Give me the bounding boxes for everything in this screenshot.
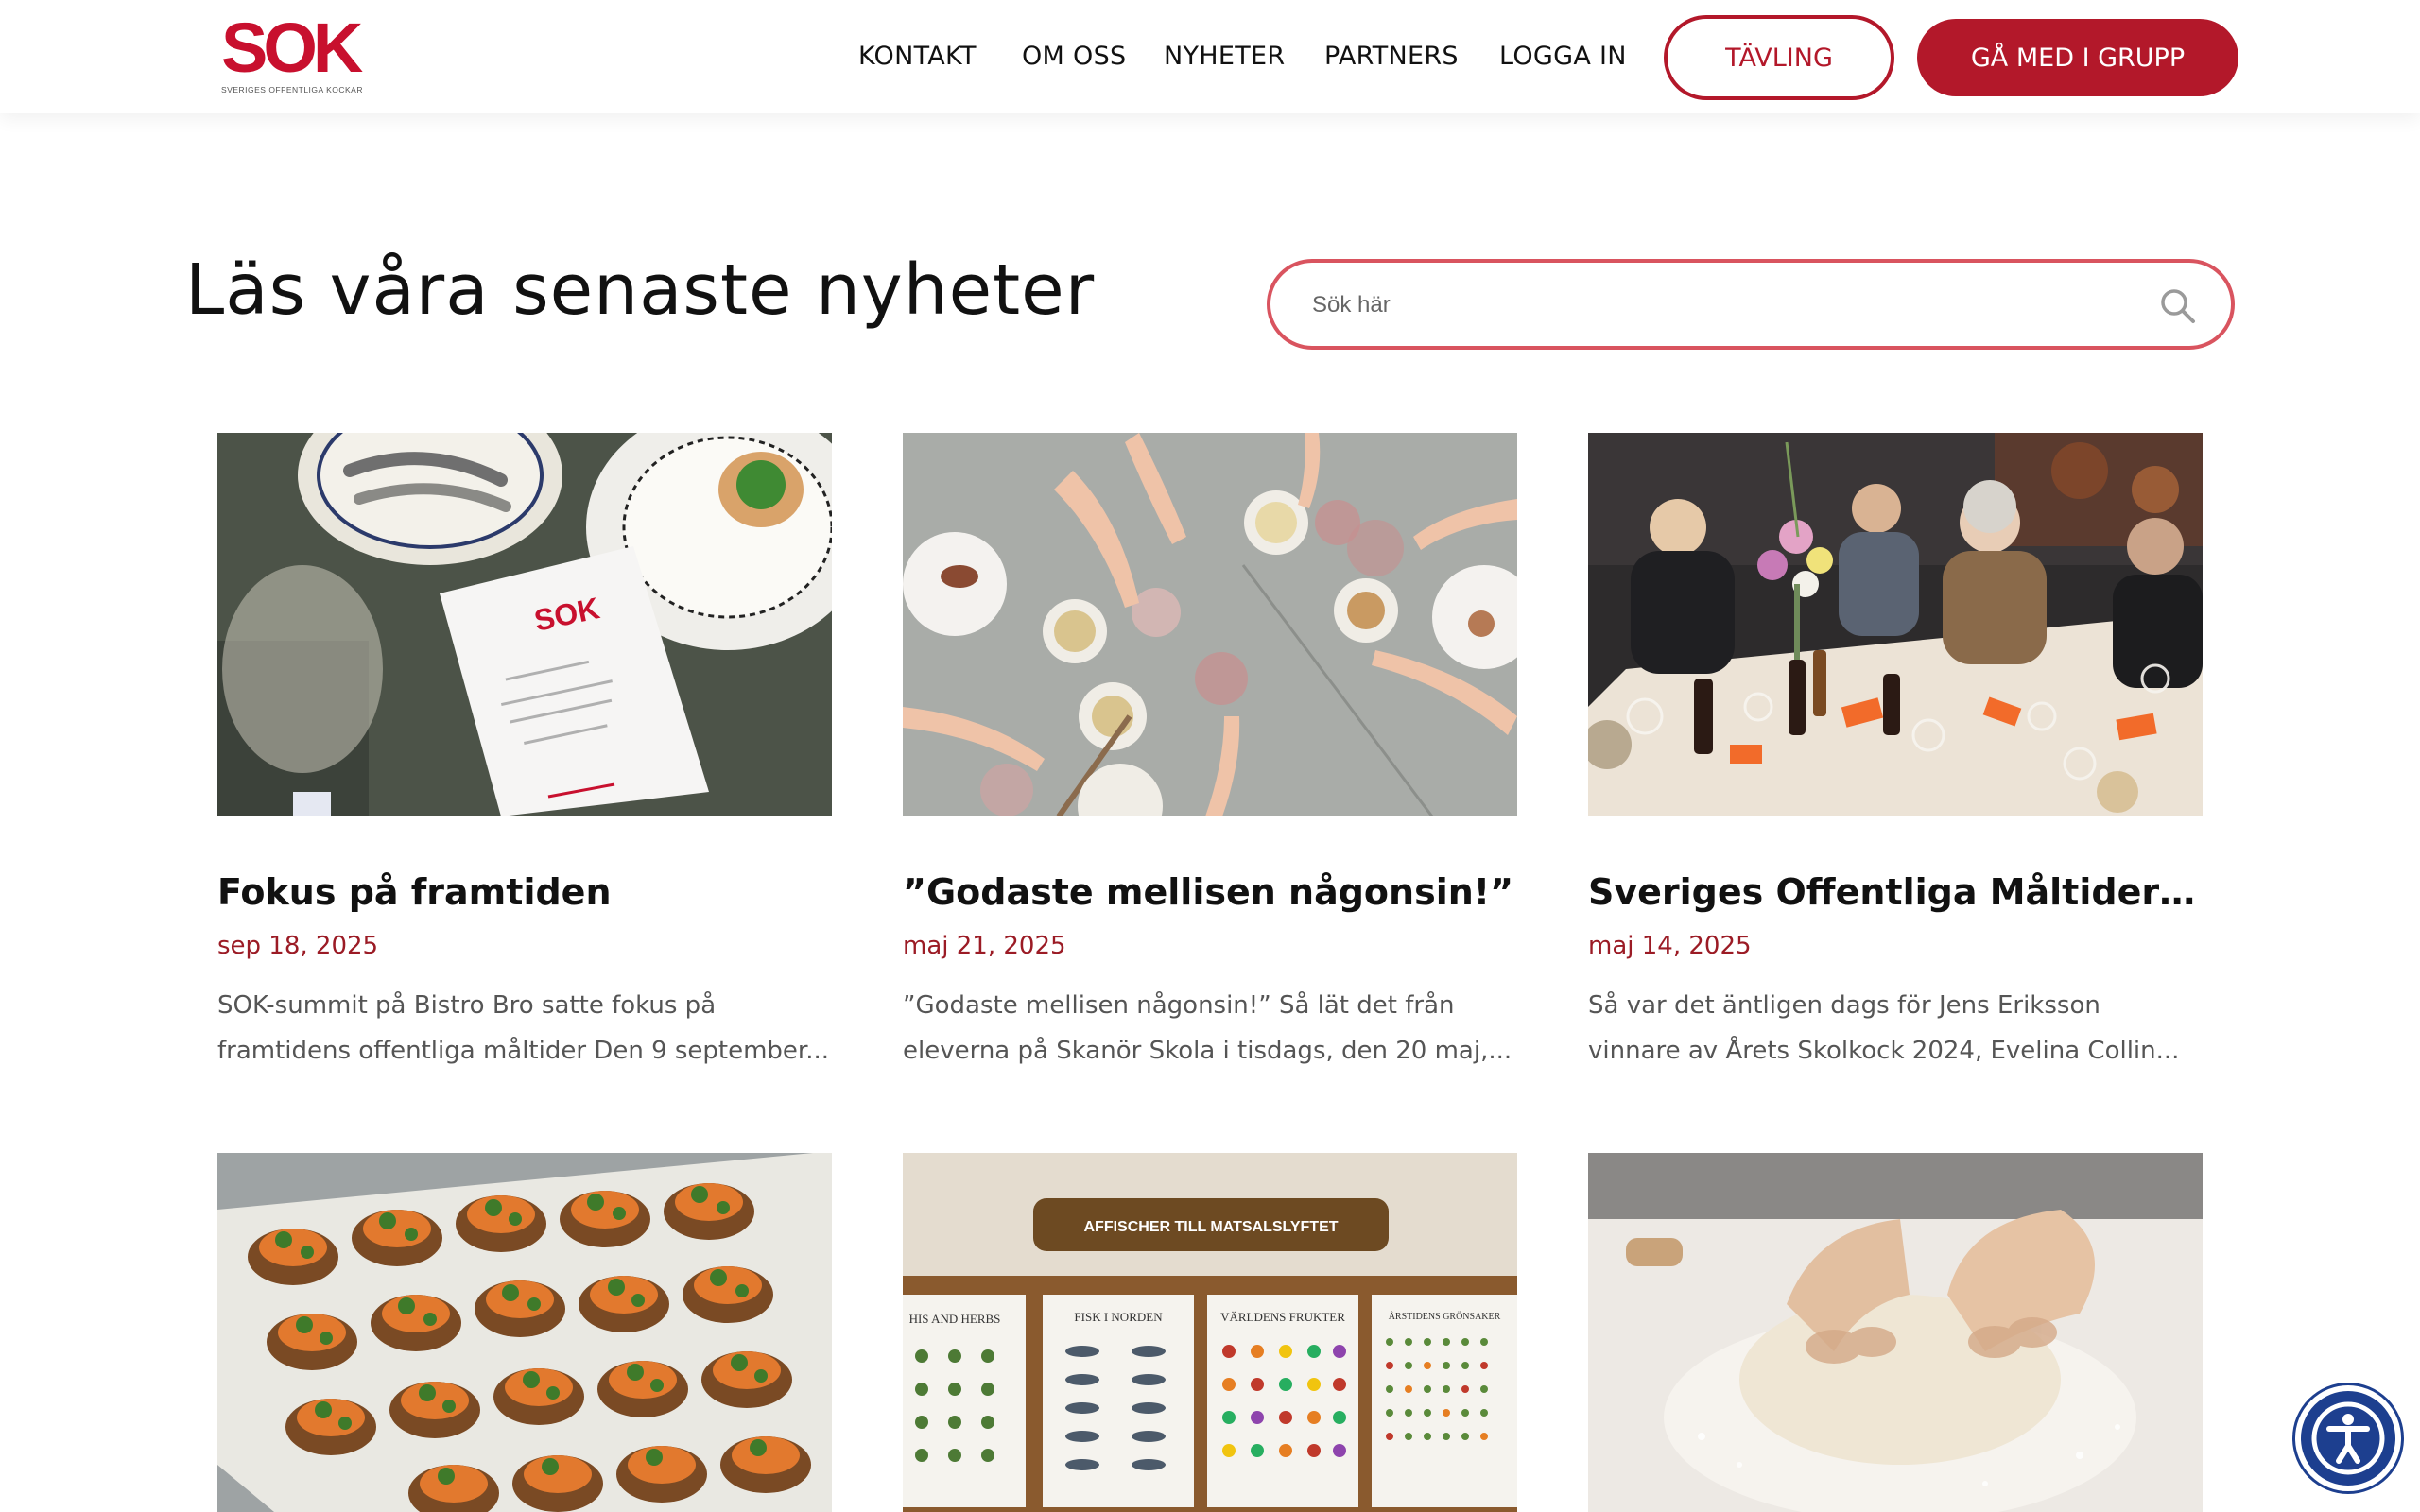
nav-kontakt[interactable]: KONTAKT [858,42,977,71]
poster-title: ÅRSTIDENS GRÖNSAKER [1389,1311,1501,1322]
search-icon[interactable] [2159,287,2197,325]
poster-banner: AFFISCHER TILL MATSALSLYFTET [1083,1219,1338,1235]
news-card[interactable]: ”Godaste mellisen någonsin!” maj 21, 202… [903,433,1517,1074]
post-date: sep 18, 2025 [217,932,379,960]
excerpt-line: Så var det äntligen dags för Jens Erikss… [1588,991,2100,1020]
logo-tagline: SVERIGES OFFENTLIGA KOCKAR [221,85,363,94]
poster-title: VÄRLDENS FRUKTER [1220,1310,1345,1324]
sok-logo[interactable]: SOK SVERIGES OFFENTLIGA KOCKAR [221,9,372,95]
post-title[interactable]: ”Godaste mellisen någonsin!” [903,871,1517,913]
logo-mark: SOK [221,9,363,87]
accessibility-button[interactable] [2295,1385,2401,1491]
accessibility-person-icon [2311,1401,2385,1475]
post-image-fish-menu[interactable]: SOK [217,433,832,816]
nav-nyheter[interactable]: NYHETER [1164,42,1285,71]
post-date: maj 21, 2025 [903,932,1066,960]
excerpt-line: vinnare av Årets Skolkock 2024, Evelina … [1588,1037,2180,1065]
post-image-dinner-party[interactable] [1588,433,2203,816]
excerpt-line: eleverna på Skanör Skola i tisdags, den … [903,1037,1512,1065]
page-title: Läs våra senaste nyheter [185,249,1096,331]
post-image-bruschetta[interactable] [217,1153,832,1512]
nav-logga-in[interactable]: LOGGA IN [1499,42,1627,71]
nav-om-oss[interactable]: OM OSS [1022,42,1126,71]
excerpt-line: ”Godaste mellisen någonsin!” Så lät det … [903,991,1455,1020]
post-excerpt: Så var det äntligen dags för Jens Erikss… [1588,983,2203,1074]
post-image-dough[interactable] [1588,1153,2203,1512]
poster-title: HIS AND HERBS [909,1312,1001,1326]
join-group-button[interactable]: GÅ MED I GRUPP [1917,19,2238,96]
search-input[interactable] [1312,280,2144,331]
post-title[interactable]: Sveriges Offentliga Måltider –... [1588,871,2203,913]
post-excerpt: ”Godaste mellisen någonsin!” Så lät det … [903,983,1517,1074]
news-card[interactable]: SOK Fokus på framtiden sep 18, 2025 SOK-… [217,433,832,1074]
search-box [1267,259,2235,350]
post-date: maj 14, 2025 [1588,932,1752,960]
post-image-snack-table[interactable] [903,433,1517,816]
nav-partners[interactable]: PARTNERS [1324,42,1459,71]
site-header: SOK SVERIGES OFFENTLIGA KOCKAR KONTAKT O… [0,0,2420,113]
excerpt-line: SOK-summit på Bistro Bro satte fokus på [217,991,717,1020]
post-image-posters[interactable]: AFFISCHER TILL MATSALSLYFTET HIS AND HER… [903,1153,1517,1512]
poster-title: FISK I NORDEN [1074,1310,1163,1324]
news-card[interactable]: Sveriges Offentliga Måltider –... maj 14… [1588,433,2203,1074]
post-excerpt: SOK-summit på Bistro Bro satte fokus på … [217,983,832,1074]
excerpt-line: framtidens offentliga måltider Den 9 sep… [217,1037,830,1065]
contest-button[interactable]: TÄVLING [1664,15,1894,100]
post-title[interactable]: Fokus på framtiden [217,871,832,913]
